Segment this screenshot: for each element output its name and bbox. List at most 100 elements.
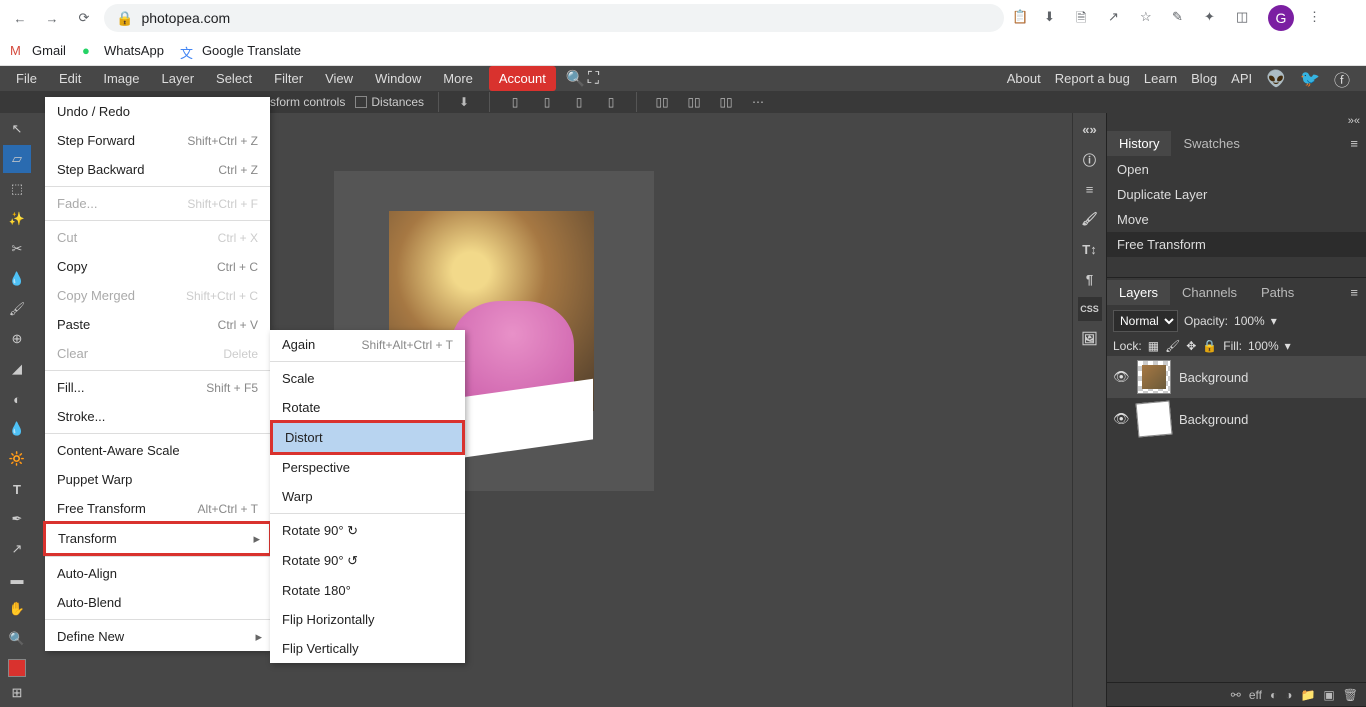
lock-all-icon[interactable]: 🔒 — [1202, 339, 1217, 353]
menu-item-auto-align[interactable]: Auto-Align — [45, 559, 270, 588]
download-icon[interactable]: ⬇ — [1044, 9, 1062, 27]
menu-item-step-backward[interactable]: Step BackwardCtrl + Z — [45, 155, 270, 184]
download-icon[interactable]: ⬇ — [453, 91, 475, 113]
zoom-tool[interactable]: 🔍 — [3, 625, 31, 653]
forward-button[interactable]: → — [40, 6, 64, 30]
menu-item-step-forward[interactable]: Step ForwardShift+Ctrl + Z — [45, 126, 270, 155]
link-report-bug[interactable]: Report a bug — [1055, 71, 1130, 86]
distribute-icon[interactable]: ▯▯ — [651, 91, 673, 113]
image-panel-icon[interactable]: 🖼 — [1078, 327, 1102, 351]
distribute-icon[interactable]: ▯▯ — [715, 91, 737, 113]
blur-tool[interactable]: 💧 — [3, 415, 31, 443]
tab-paths[interactable]: Paths — [1249, 280, 1306, 305]
foreground-color[interactable] — [8, 659, 26, 677]
transform-controls-checkbox[interactable]: sform controls — [270, 95, 345, 109]
share-icon[interactable]: ↗ — [1108, 9, 1126, 27]
menu-item-distort[interactable]: Distort — [270, 420, 465, 455]
distances-checkbox[interactable]: Distances — [355, 95, 424, 109]
reload-button[interactable]: ⟳ — [72, 6, 96, 30]
brush-tool[interactable]: 🖌 — [3, 295, 31, 323]
history-item[interactable]: Open — [1107, 157, 1366, 182]
search-icon[interactable]: 🔍 — [566, 69, 586, 89]
menu-item-auto-blend[interactable]: Auto-Blend — [45, 588, 270, 617]
bookmark-gmail[interactable]: MGmail — [10, 43, 66, 59]
profile-avatar[interactable]: G — [1268, 5, 1294, 31]
menu-image[interactable]: Image — [93, 66, 149, 91]
type-tool[interactable]: T — [3, 475, 31, 503]
more-options-icon[interactable]: ⋯ — [747, 91, 769, 113]
fullscreen-icon[interactable]: ⛶ — [588, 70, 599, 88]
history-item[interactable]: Move — [1107, 207, 1366, 232]
menu-item-copy[interactable]: CopyCtrl + C — [45, 252, 270, 281]
menu-item-paste[interactable]: PasteCtrl + V — [45, 310, 270, 339]
tab-channels[interactable]: Channels — [1170, 280, 1249, 305]
menu-item-free-transform[interactable]: Free TransformAlt+Ctrl + T — [45, 494, 270, 523]
tab-history[interactable]: History — [1107, 131, 1171, 156]
menu-window[interactable]: Window — [365, 66, 431, 91]
pen-tool[interactable]: ✒ — [3, 505, 31, 533]
css-panel-icon[interactable]: CSS — [1078, 297, 1102, 321]
artboard-tool[interactable]: ▱ — [3, 145, 31, 173]
distribute-icon[interactable]: ▯▯ — [683, 91, 705, 113]
lock-move-icon[interactable]: ✥ — [1186, 339, 1196, 353]
kebab-menu-icon[interactable]: ⋮ — [1308, 9, 1326, 27]
character-panel-icon[interactable]: T↕ — [1078, 237, 1102, 261]
menu-item-perspective[interactable]: Perspective — [270, 453, 465, 482]
eyedropper-icon[interactable]: ✎ — [1172, 9, 1190, 27]
menu-item-flip-vertically[interactable]: Flip Vertically — [270, 634, 465, 663]
eraser-tool[interactable]: ◢ — [3, 355, 31, 383]
link-api[interactable]: API — [1231, 71, 1252, 86]
wand-tool[interactable]: ✨ — [3, 205, 31, 233]
menu-item-scale[interactable]: Scale — [270, 364, 465, 393]
link-blog[interactable]: Blog — [1191, 71, 1217, 86]
hand-tool[interactable]: ✋ — [3, 595, 31, 623]
menu-item-define-new[interactable]: Define New — [45, 622, 270, 651]
crop-tool[interactable]: ✂ — [3, 235, 31, 263]
menu-more[interactable]: More — [433, 66, 483, 91]
bookmark-whatsapp[interactable]: ●WhatsApp — [82, 43, 164, 59]
layer-thumbnail[interactable] — [1136, 401, 1173, 438]
menu-select[interactable]: Select — [206, 66, 262, 91]
align-right-icon[interactable]: ▯ — [568, 91, 590, 113]
visibility-icon[interactable]: 👁 — [1113, 411, 1129, 427]
tab-layers[interactable]: Layers — [1107, 280, 1170, 305]
quickmask-tool[interactable]: ⊞ — [3, 679, 31, 707]
menu-edit[interactable]: Edit — [49, 66, 91, 91]
link-learn[interactable]: Learn — [1144, 71, 1177, 86]
twitter-icon[interactable]: 🐦 — [1300, 69, 1320, 89]
blend-mode-select[interactable]: Normal — [1113, 310, 1178, 332]
dodge-tool[interactable]: 🔆 — [3, 445, 31, 473]
shape-tool[interactable]: ▬ — [3, 565, 31, 593]
menu-item-stroke-[interactable]: Stroke... — [45, 402, 270, 431]
move-tool[interactable]: ↖ — [3, 115, 31, 143]
menu-item-rotate-[interactable]: Rotate 90° ↺ — [270, 546, 465, 576]
reddit-icon[interactable]: 👽 — [1266, 69, 1286, 89]
menu-item-transform[interactable]: Transform — [43, 521, 272, 556]
layer-row[interactable]: 👁 Background — [1107, 356, 1366, 398]
path-tool[interactable]: ↗ — [3, 535, 31, 563]
align-center-icon[interactable]: ▯ — [536, 91, 558, 113]
link-about[interactable]: About — [1007, 71, 1041, 86]
clone-tool[interactable]: ⊕ — [3, 325, 31, 353]
menu-item-undo-redo[interactable]: Undo / Redo — [45, 97, 270, 126]
back-button[interactable]: ← — [8, 6, 32, 30]
eyedropper-tool[interactable]: 💧 — [3, 265, 31, 293]
visibility-icon[interactable]: 👁 — [1113, 369, 1129, 385]
menu-item-puppet-warp[interactable]: Puppet Warp — [45, 465, 270, 494]
history-item[interactable]: Free Transform — [1107, 232, 1366, 257]
facebook-icon[interactable]: ⓕ — [1334, 67, 1350, 91]
panel-menu-icon[interactable]: ≡ — [1342, 285, 1366, 300]
marquee-tool[interactable]: ⬚ — [3, 175, 31, 203]
lock-paint-icon[interactable]: 🖌 — [1165, 339, 1180, 353]
panel-handle-icon[interactable]: «» — [1078, 117, 1102, 141]
menu-item-fill-[interactable]: Fill...Shift + F5 — [45, 373, 270, 402]
paragraph-panel-icon[interactable]: ¶ — [1078, 267, 1102, 291]
panel-collapse-icon[interactable]: »« — [1107, 113, 1366, 129]
opacity-dropdown-icon[interactable]: ▾ — [1271, 314, 1277, 328]
tab-swatches[interactable]: Swatches — [1171, 131, 1251, 156]
lock-transparency-icon[interactable]: ▦ — [1148, 339, 1159, 353]
star-icon[interactable]: ☆ — [1140, 9, 1158, 27]
menu-item-content-aware-scale[interactable]: Content-Aware Scale — [45, 436, 270, 465]
adjustments-panel-icon[interactable]: ≡ — [1078, 177, 1102, 201]
layer-row[interactable]: 👁 Background — [1107, 398, 1366, 440]
